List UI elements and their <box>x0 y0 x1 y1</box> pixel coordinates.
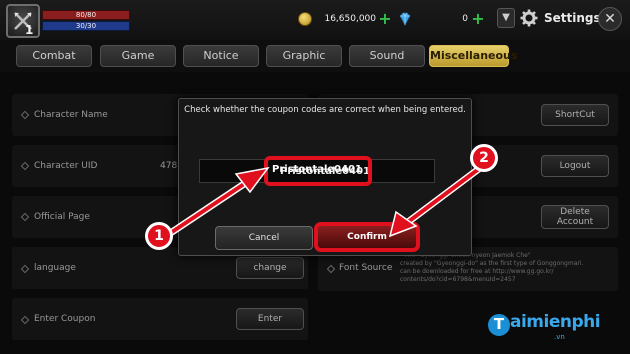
watermark-text: aimienphi <box>510 312 601 332</box>
watermark-logo-icon: T <box>488 314 510 336</box>
arrow-to-confirm <box>388 164 484 238</box>
watermark-sub: .vn <box>554 333 565 341</box>
arrow-to-input <box>168 166 270 236</box>
annotation-arrows <box>168 164 484 238</box>
step-badge-2: 2 <box>470 144 498 172</box>
step-badge-1: 1 <box>145 222 173 250</box>
